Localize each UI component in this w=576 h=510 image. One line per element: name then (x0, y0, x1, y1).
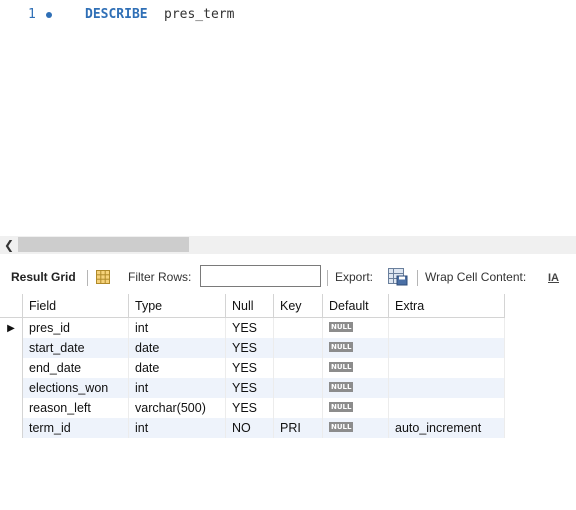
cell-type[interactable]: int (128, 317, 226, 338)
null-badge: NULL (329, 382, 354, 392)
cell-key[interactable]: PRI (273, 418, 323, 438)
cell-default[interactable]: NULL (322, 378, 389, 398)
cell-extra[interactable] (388, 398, 505, 418)
null-badge: NULL (329, 402, 354, 412)
row-header-corner (0, 294, 23, 318)
cell-extra[interactable] (388, 338, 505, 358)
filter-rows-label: Filter Rows: (128, 270, 192, 284)
sql-identifier: pres_term (164, 7, 235, 22)
sql-editor[interactable]: 1 DESCRIBE pres_term (0, 0, 576, 236)
table-row[interactable]: elections_won int YES NULL (0, 378, 505, 398)
cell-null[interactable]: YES (225, 358, 274, 378)
row-header (0, 338, 23, 358)
null-badge: NULL (329, 322, 354, 332)
cell-field[interactable]: reason_left (22, 398, 129, 418)
export-icon[interactable] (388, 268, 408, 286)
cell-type[interactable]: int (128, 378, 226, 398)
column-header-null[interactable]: Null (225, 294, 274, 318)
cell-default[interactable]: NULL (322, 317, 389, 338)
cell-key[interactable] (273, 398, 323, 418)
toolbar-separator (87, 270, 88, 286)
cell-field[interactable]: elections_won (22, 378, 129, 398)
result-grid[interactable]: Field Type Null Key Default Extra ▶ pres… (0, 294, 505, 438)
cell-null[interactable]: YES (225, 378, 274, 398)
filter-rows-input[interactable] (200, 265, 321, 287)
scroll-left-icon[interactable]: ❮ (4, 236, 14, 254)
cell-type[interactable]: date (128, 358, 226, 378)
cell-default[interactable]: NULL (322, 398, 389, 418)
cell-field[interactable]: pres_id (22, 317, 129, 338)
scrollbar-thumb[interactable] (18, 237, 189, 252)
wrap-cell-content-label: Wrap Cell Content: (425, 270, 527, 284)
execution-dot-icon (46, 12, 52, 18)
column-header-key[interactable]: Key (273, 294, 323, 318)
cell-extra[interactable] (388, 378, 505, 398)
cell-null[interactable]: YES (225, 338, 274, 358)
cell-key[interactable] (273, 378, 323, 398)
cell-field[interactable]: term_id (22, 418, 129, 438)
cell-type[interactable]: int (128, 418, 226, 438)
cell-null[interactable]: YES (225, 317, 274, 338)
grid-header-row: Field Type Null Key Default Extra (0, 294, 505, 318)
cell-null[interactable]: YES (225, 398, 274, 418)
toolbar-separator (327, 270, 328, 286)
column-header-type[interactable]: Type (128, 294, 226, 318)
grid-layout-icon[interactable] (96, 270, 110, 284)
cell-extra[interactable]: auto_increment (388, 418, 505, 438)
cell-default[interactable]: NULL (322, 418, 389, 438)
cell-field[interactable]: end_date (22, 358, 129, 378)
cell-key[interactable] (273, 358, 323, 378)
null-badge: NULL (329, 422, 354, 432)
row-header (0, 418, 23, 438)
table-row[interactable]: end_date date YES NULL (0, 358, 505, 378)
result-grid-tab[interactable]: Result Grid (11, 262, 76, 292)
cell-extra[interactable] (388, 317, 505, 338)
row-pointer-icon: ▶ (0, 317, 23, 338)
cell-key[interactable] (273, 338, 323, 358)
horizontal-scrollbar[interactable]: ❮ (0, 236, 576, 254)
export-label: Export: (335, 270, 374, 284)
row-header (0, 358, 23, 378)
cell-field[interactable]: start_date (22, 338, 129, 358)
cell-type[interactable]: varchar(500) (128, 398, 226, 418)
cell-default[interactable]: NULL (322, 338, 389, 358)
sql-keyword: DESCRIBE (85, 7, 148, 22)
cell-extra[interactable] (388, 358, 505, 378)
column-header-extra[interactable]: Extra (388, 294, 505, 318)
row-header (0, 398, 23, 418)
column-header-default[interactable]: Default (322, 294, 389, 318)
cell-null[interactable]: NO (225, 418, 274, 438)
table-row[interactable]: ▶ pres_id int YES NULL (0, 317, 505, 338)
table-row[interactable]: term_id int NO PRI NULL auto_increment (0, 418, 505, 438)
wrap-cell-icon[interactable]: IA (548, 272, 559, 284)
line-number: 1 (28, 7, 36, 22)
code-line-1[interactable]: 1 DESCRIBE pres_term (0, 6, 576, 24)
null-badge: NULL (329, 342, 354, 352)
toolbar-separator (417, 270, 418, 286)
row-header (0, 378, 23, 398)
table-row[interactable]: reason_left varchar(500) YES NULL (0, 398, 505, 418)
cell-default[interactable]: NULL (322, 358, 389, 378)
column-header-field[interactable]: Field (22, 294, 129, 318)
cell-type[interactable]: date (128, 338, 226, 358)
cell-key[interactable] (273, 317, 323, 338)
result-toolbar: Result Grid Filter Rows: Export: Wrap Ce… (0, 262, 576, 292)
table-row[interactable]: start_date date YES NULL (0, 338, 505, 358)
null-badge: NULL (329, 362, 354, 372)
